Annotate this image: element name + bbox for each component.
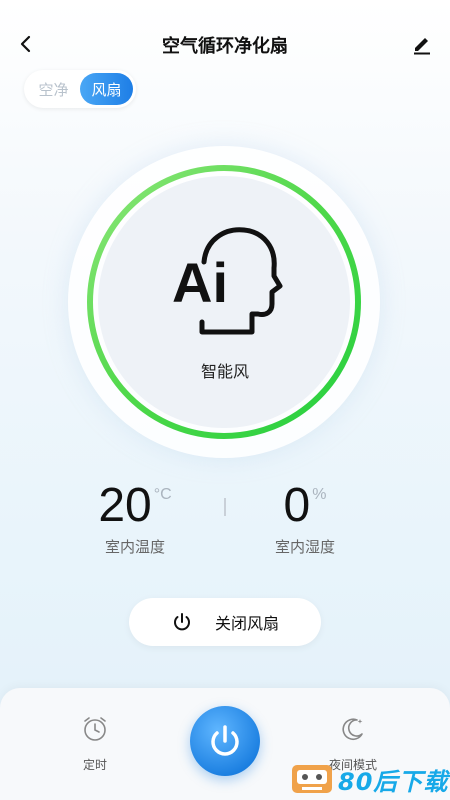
stats-row: 20 °C 室内温度 0 % 室内湿度 [0,480,450,560]
dial-mode-label: 智能风 [200,362,249,381]
power-icon [173,613,190,631]
humidity-stat: 0 % 室内湿度 [220,480,390,557]
humidity-label: 室内湿度 [274,538,335,556]
pencil-icon [414,38,430,55]
mode-option-fan[interactable]: 风扇 [80,73,133,105]
alarm-clock-icon [84,717,106,741]
ai-head-icon: Ai [172,227,283,335]
moon-stars-icon [342,718,363,741]
temperature-stat: 20 °C 室内温度 [50,480,220,557]
temperature-label: 室内温度 [104,538,165,556]
watermark: 80后下载 [290,758,450,800]
edit-button[interactable] [408,30,436,58]
power-icon [211,725,239,756]
mode-switch: 空净 风扇 [24,70,136,108]
humidity-value-group: 0 % [284,480,327,532]
timer-tab[interactable]: 定时 [60,714,130,773]
watermark-text: 80后下载 [338,767,449,796]
stats-divider [224,498,226,516]
close-fan-button[interactable]: 关闭风扇 [129,598,321,646]
svg-text:Ai: Ai [172,251,228,314]
mode-option-air-purify[interactable]: 空净 [27,73,80,105]
humidity-value: 0 [283,479,311,532]
page-title: 空气循环净化扇 [162,36,288,57]
humidity-unit: % [312,486,327,503]
watermark-logo-icon [292,765,332,793]
temperature-value: 20 [98,479,152,532]
main-power-button[interactable] [190,706,260,776]
temperature-unit: °C [153,486,172,503]
close-fan-label: 关闭风扇 [214,614,279,633]
timer-label: 定时 [82,758,107,772]
temperature-value-group: 20 °C [98,480,171,532]
